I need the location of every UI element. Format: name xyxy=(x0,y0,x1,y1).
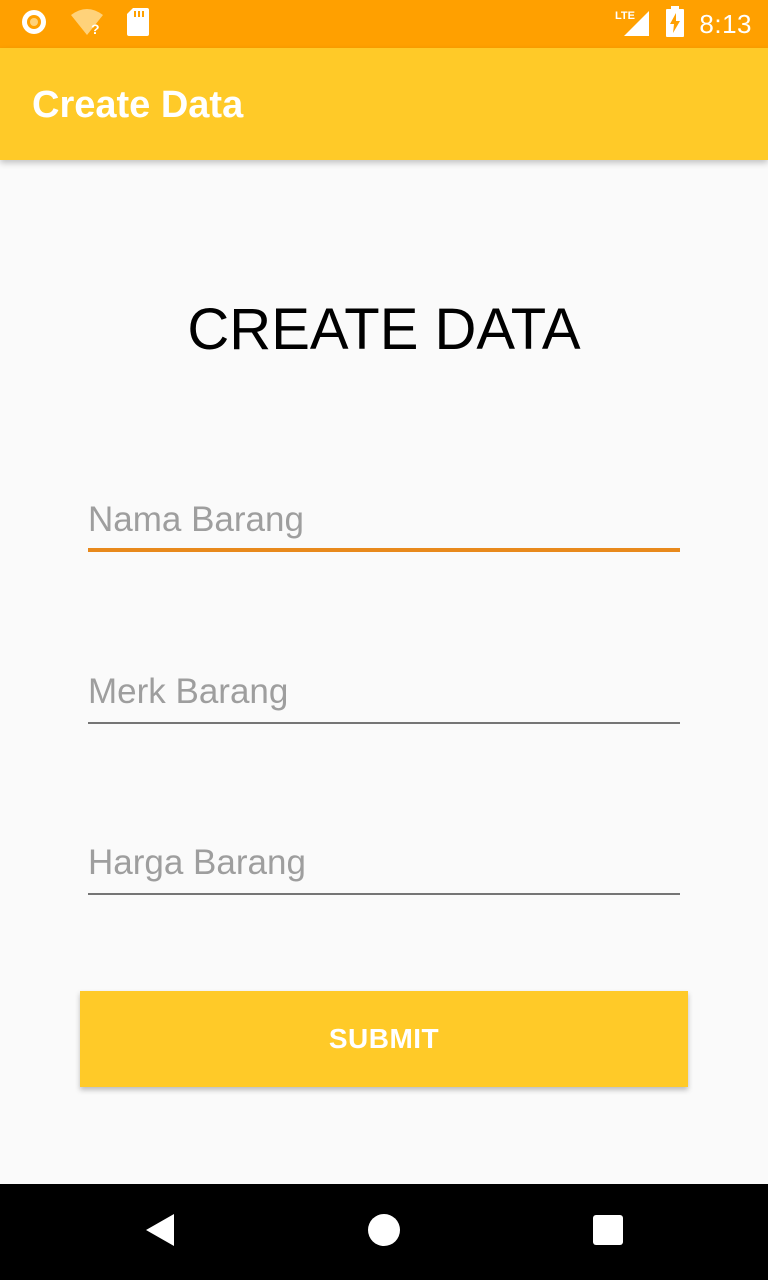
recents-icon xyxy=(593,1214,623,1250)
svg-text:?: ? xyxy=(91,21,100,37)
harga-barang-underline xyxy=(88,893,680,895)
content-area: CREATE DATA SUBMIT xyxy=(0,160,768,1184)
nama-barang-input[interactable] xyxy=(88,492,680,548)
lte-label: LTE xyxy=(615,10,635,22)
app-bar-title: Create Data xyxy=(32,84,244,126)
merk-barang-underline xyxy=(88,722,680,724)
app-bar: Create Data xyxy=(0,48,768,160)
submit-button[interactable]: SUBMIT xyxy=(80,991,688,1087)
navigation-bar xyxy=(0,1184,768,1280)
harga-barang-input[interactable] xyxy=(88,835,680,891)
lte-signal-icon: LTE xyxy=(615,7,651,42)
status-time: 8:13 xyxy=(699,8,752,39)
sd-card-icon xyxy=(126,7,150,42)
merk-barang-field[interactable] xyxy=(88,664,680,724)
battery-charging-icon xyxy=(665,5,685,43)
recents-button[interactable] xyxy=(576,1200,640,1264)
nama-barang-underline xyxy=(88,548,680,552)
home-button[interactable] xyxy=(352,1200,416,1264)
page-heading: CREATE DATA xyxy=(187,297,581,362)
status-bar: ? LTE 8:13 xyxy=(0,0,768,48)
wifi-unknown-icon: ? xyxy=(70,7,104,42)
merk-barang-input[interactable] xyxy=(88,664,680,720)
back-button[interactable] xyxy=(128,1200,192,1264)
status-right-icons: LTE 8:13 xyxy=(615,5,752,43)
nama-barang-field[interactable] xyxy=(88,492,680,552)
back-icon xyxy=(144,1213,176,1252)
home-icon xyxy=(367,1213,401,1252)
notification-dot-icon xyxy=(20,8,48,41)
status-left-icons: ? xyxy=(20,7,150,42)
harga-barang-field[interactable] xyxy=(88,835,680,895)
